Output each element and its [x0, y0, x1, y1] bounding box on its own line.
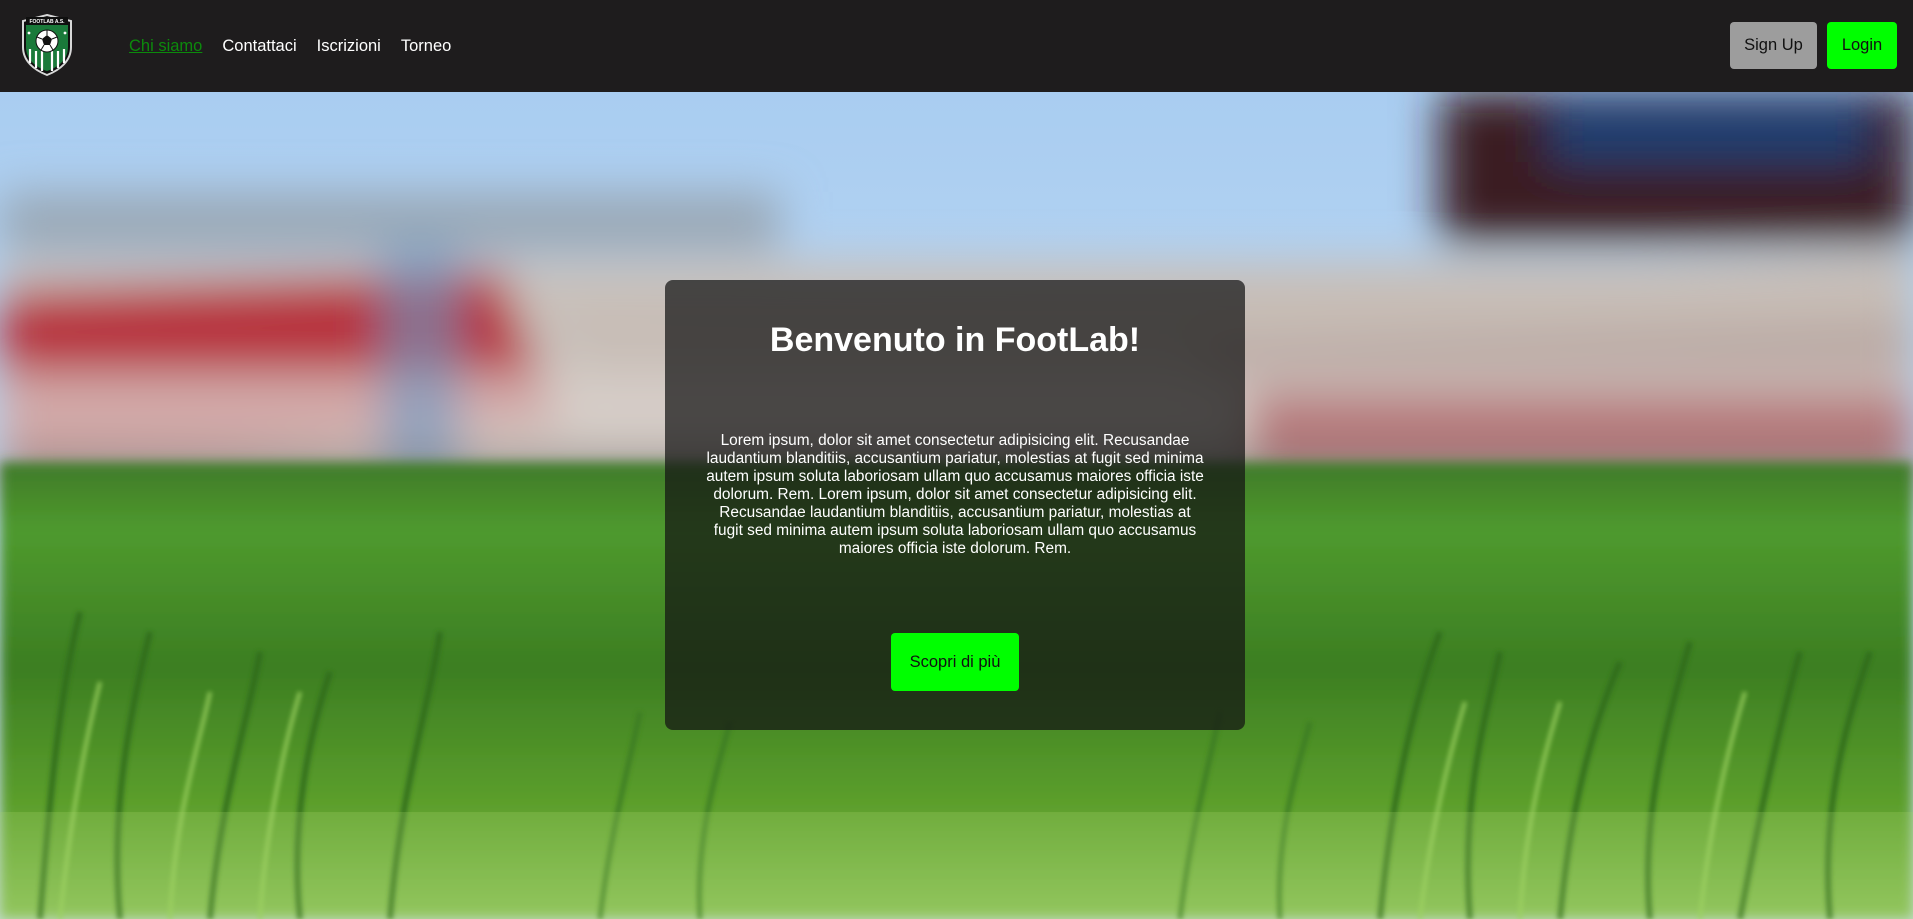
welcome-card: Benvenuto in FootLab! Lorem ipsum, dolor…	[665, 280, 1245, 730]
nav-link-contattaci[interactable]: Contattaci	[222, 35, 296, 57]
top-navbar: FOOTLAB A.S. Chi siamo Contattaci Iscriz…	[0, 0, 1913, 92]
main-navigation: Chi siamo Contattaci Iscrizioni Torneo	[129, 35, 451, 57]
login-button[interactable]: Login	[1827, 22, 1897, 69]
nav-link-iscrizioni[interactable]: Iscrizioni	[317, 35, 381, 57]
footlab-logo[interactable]: FOOTLAB A.S.	[20, 13, 74, 77]
welcome-title: Benvenuto in FootLab!	[769, 321, 1141, 359]
discover-more-button[interactable]: Scopri di più	[891, 633, 1019, 691]
nav-link-torneo[interactable]: Torneo	[401, 35, 451, 57]
shield-logo-icon: FOOTLAB A.S.	[22, 13, 72, 77]
nav-link-chi-siamo[interactable]: Chi siamo	[129, 35, 202, 57]
signup-button[interactable]: Sign Up	[1730, 22, 1817, 69]
svg-text:FOOTLAB A.S.: FOOTLAB A.S.	[29, 19, 65, 25]
welcome-description: Lorem ipsum, dolor sit amet consectetur …	[706, 432, 1204, 557]
